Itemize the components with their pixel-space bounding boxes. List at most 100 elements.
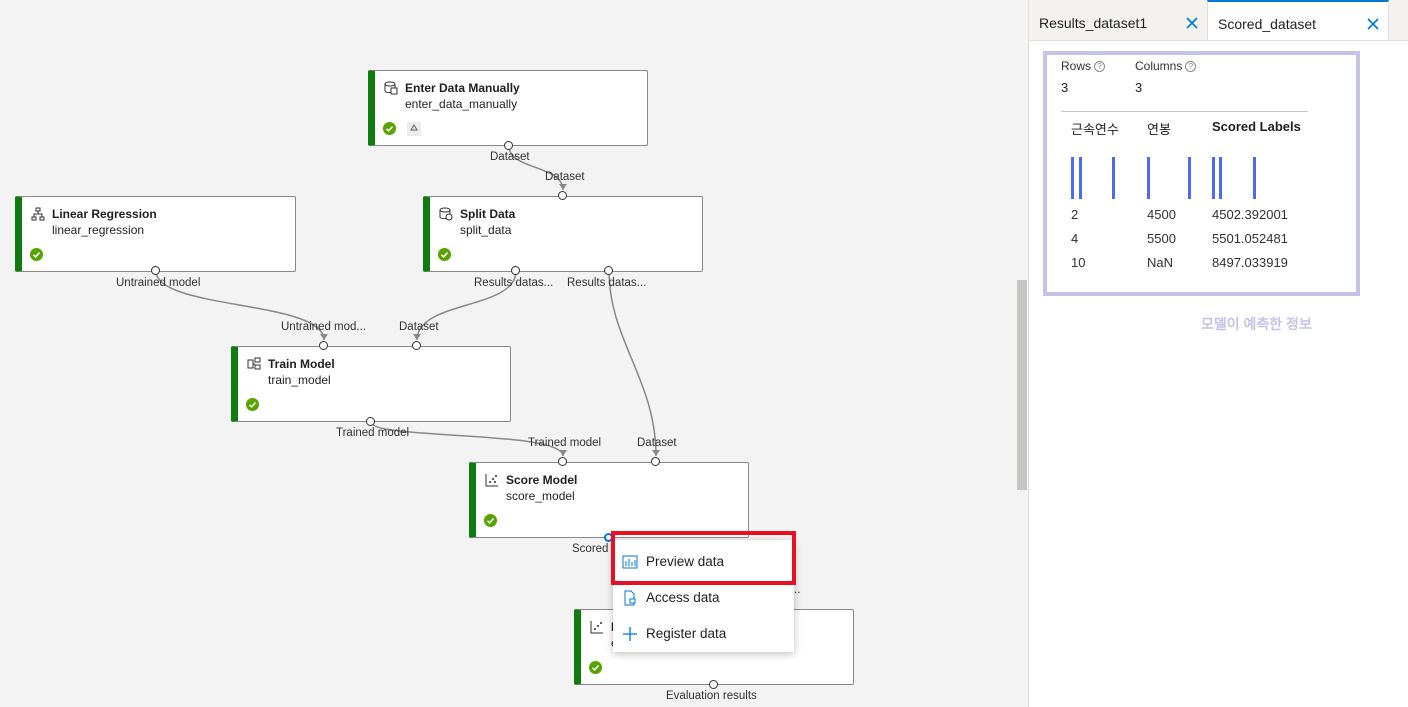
menu-item-access-data[interactable]: Access data [613, 580, 794, 616]
check-circle-icon [438, 248, 451, 261]
port-label: Untrained mod... [281, 321, 367, 333]
divider [1061, 111, 1308, 112]
scatter-icon [485, 474, 498, 487]
help-icon: ? [1185, 61, 1197, 73]
score-model-input-port-1[interactable] [558, 457, 567, 466]
linear-regression-node[interactable]: Linear Regression linear_regression [15, 196, 296, 272]
port-label: Untrained model [116, 277, 201, 289]
port-label: Results datas... [474, 277, 554, 289]
table-cell: 5501.052481 [1212, 231, 1288, 246]
evaluate-model-output-port[interactable] [709, 680, 718, 689]
histogram-bar [1253, 157, 1256, 199]
table-cell: 4 [1071, 231, 1079, 246]
split-data-output-port-2[interactable] [604, 266, 613, 275]
node-subtitle: enter_data_manually [405, 97, 518, 111]
train-model-input-port-1[interactable] [319, 341, 328, 350]
document-lock-icon [624, 590, 636, 606]
close-icon[interactable] [1185, 16, 1199, 30]
annotation-caption: 모델이 예측한 정보 [1201, 316, 1312, 332]
columns-value: 3 [1135, 80, 1143, 95]
node-title: Train Model [268, 357, 335, 371]
column-header[interactable]: Scored Labels [1212, 119, 1301, 134]
edge-split-to-score [608, 270, 657, 457]
tab-label: Results_dataset1 [1039, 15, 1148, 31]
node-subtitle: score_model [506, 489, 575, 503]
recycle-icon [407, 122, 421, 136]
score-model-node[interactable]: Score Model score_model [469, 462, 749, 538]
port-label-partial: .. [794, 584, 801, 596]
highlight-frame [1043, 51, 1360, 296]
plus-icon [623, 627, 637, 641]
node-subtitle: split_data [460, 223, 512, 237]
train-icon [247, 357, 261, 370]
port-label: Dataset [545, 171, 585, 183]
check-circle-icon [589, 661, 602, 674]
port-label: Results datas... [567, 277, 647, 289]
node-title: Split Data [460, 207, 516, 221]
score-model-input-port-2[interactable] [651, 457, 660, 466]
linear-regression-output-port[interactable] [151, 266, 160, 275]
check-circle-icon [30, 248, 43, 261]
rows-label: Rows? [1061, 59, 1106, 73]
check-circle-icon [246, 398, 259, 411]
highlight-box [611, 531, 796, 585]
train-model-output-port[interactable] [366, 417, 375, 426]
port-label: Dataset [399, 321, 439, 333]
check-circle-icon [484, 514, 497, 527]
split-data-input-port[interactable] [558, 191, 567, 200]
split-data-output-port-1[interactable] [511, 266, 520, 275]
table-cell: 2 [1071, 207, 1079, 222]
menu-item-label: Register data [646, 626, 727, 641]
menu-item-register-data[interactable]: Register data [613, 616, 794, 652]
node-title: Score Model [506, 473, 578, 487]
column-header[interactable]: 연봉 [1147, 119, 1171, 138]
edge-arrow [413, 334, 421, 340]
node-title: Enter Data Manually [405, 81, 520, 95]
port-label: Trained model [528, 437, 602, 449]
table-cell: 4502.392001 [1212, 207, 1288, 222]
database-gear-icon [439, 207, 453, 221]
table-cell: 8497.033919 [1212, 255, 1288, 270]
canvas-scrollbar[interactable] [1017, 280, 1027, 490]
hierarchy-icon [31, 207, 45, 221]
split-data-node[interactable]: Split Data split_data [423, 196, 703, 272]
port-label: Scored [572, 543, 609, 555]
database-icon [384, 81, 398, 95]
edge-arrow [559, 450, 567, 456]
enter-data-manually-node[interactable]: Enter Data Manually enter_data_manually [368, 70, 648, 146]
table-cell: 5500 [1147, 231, 1176, 246]
table-cell: NaN [1147, 255, 1174, 270]
tab-results-dataset1[interactable]: Results_dataset1 [1029, 0, 1207, 40]
enter-data-output-port[interactable] [504, 141, 513, 150]
check-circle-icon [383, 122, 396, 135]
histogram-bar [1079, 157, 1082, 199]
port-label: Trained model [336, 427, 410, 439]
edge-arrow [559, 184, 567, 190]
port-label: Dataset [490, 151, 530, 163]
node-title: Linear Regression [52, 207, 157, 221]
table-cell: 4500 [1147, 207, 1176, 222]
port-label: Evaluation results [666, 690, 757, 702]
train-model-input-port-2[interactable] [412, 341, 421, 350]
node-subtitle: train_model [268, 373, 331, 387]
edge-arrow [652, 450, 660, 456]
close-icon[interactable] [1366, 17, 1380, 31]
tab-label: Scored_dataset [1218, 16, 1317, 32]
histogram-bar [1147, 157, 1150, 199]
tab-scored-dataset[interactable]: Scored_dataset [1207, 0, 1389, 40]
histogram-bar [1112, 157, 1115, 199]
rows-value: 3 [1061, 80, 1069, 95]
columns-label: Columns? [1135, 59, 1197, 73]
scatter-icon [590, 621, 603, 634]
edge-arrow [320, 334, 328, 340]
menu-item-label: Access data [646, 590, 720, 605]
column-header[interactable]: 근속연수 [1071, 119, 1119, 138]
train-model-node[interactable]: Train Model train_model [231, 346, 511, 422]
table-cell: 10 [1071, 255, 1086, 270]
histogram-bar [1212, 157, 1215, 199]
node-subtitle: linear_regression [52, 223, 145, 237]
tab-bar: Results_dataset1 Scored_dataset [1029, 0, 1408, 41]
dataset-preview-panel: Results_dataset1 Scored_dataset Rows? 3 … [1028, 0, 1408, 707]
histogram-bar [1219, 157, 1222, 199]
pipeline-canvas[interactable]: Enter Data Manually enter_data_manually … [0, 0, 1028, 707]
